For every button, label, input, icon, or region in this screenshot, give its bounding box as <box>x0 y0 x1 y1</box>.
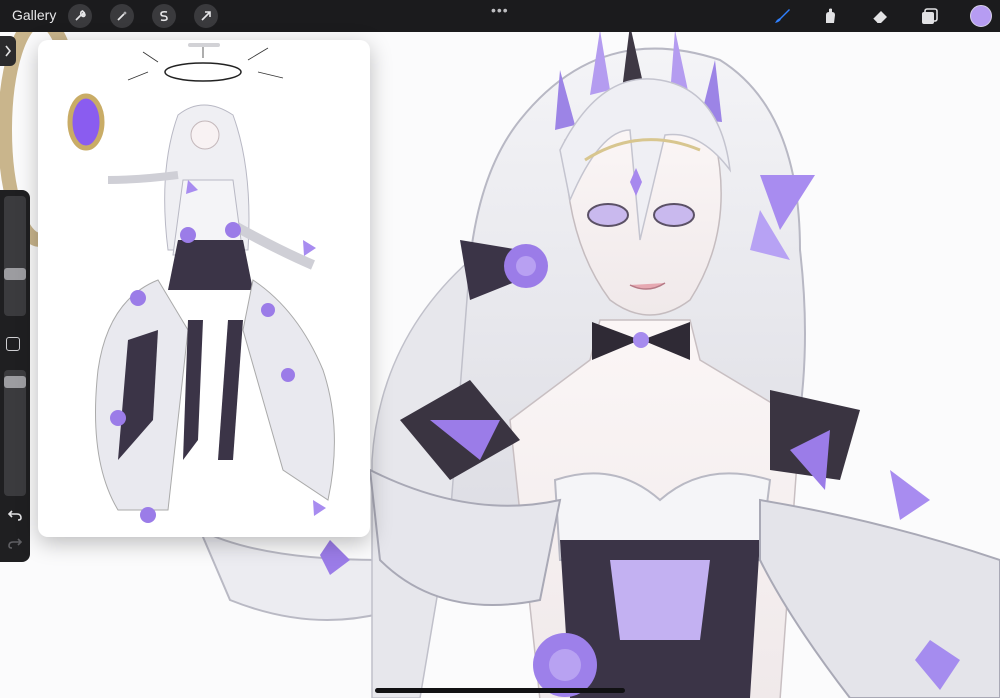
reference-window[interactable] <box>38 40 370 537</box>
brush-size-slider[interactable] <box>4 196 26 316</box>
opacity-thumb[interactable] <box>4 376 26 388</box>
brush-size-thumb[interactable] <box>4 268 26 280</box>
selection-s-icon[interactable] <box>152 4 176 28</box>
modify-button[interactable] <box>6 337 20 351</box>
brush-icon[interactable] <box>770 4 794 28</box>
magic-wand-icon[interactable] <box>110 4 134 28</box>
more-options-dots[interactable]: ••• <box>491 2 509 18</box>
top-toolbar: Gallery ••• <box>0 0 1000 32</box>
undo-icon[interactable] <box>7 508 23 522</box>
reference-drag-handle[interactable] <box>188 43 220 47</box>
sidebar-toggle[interactable] <box>0 36 16 66</box>
arrow-cursor-icon[interactable] <box>194 4 218 28</box>
home-indicator[interactable] <box>375 688 625 693</box>
redo-icon[interactable] <box>7 536 23 550</box>
eraser-icon[interactable] <box>868 4 892 28</box>
wrench-icon[interactable] <box>68 4 92 28</box>
layers-icon[interactable] <box>918 4 942 28</box>
smudge-icon[interactable] <box>818 4 842 28</box>
chevron-right-icon <box>5 45 12 57</box>
reference-image <box>67 46 335 523</box>
gallery-button[interactable]: Gallery <box>12 7 56 23</box>
opacity-slider[interactable] <box>4 370 26 496</box>
color-swatch[interactable] <box>970 5 992 27</box>
left-sidebar <box>0 190 30 562</box>
